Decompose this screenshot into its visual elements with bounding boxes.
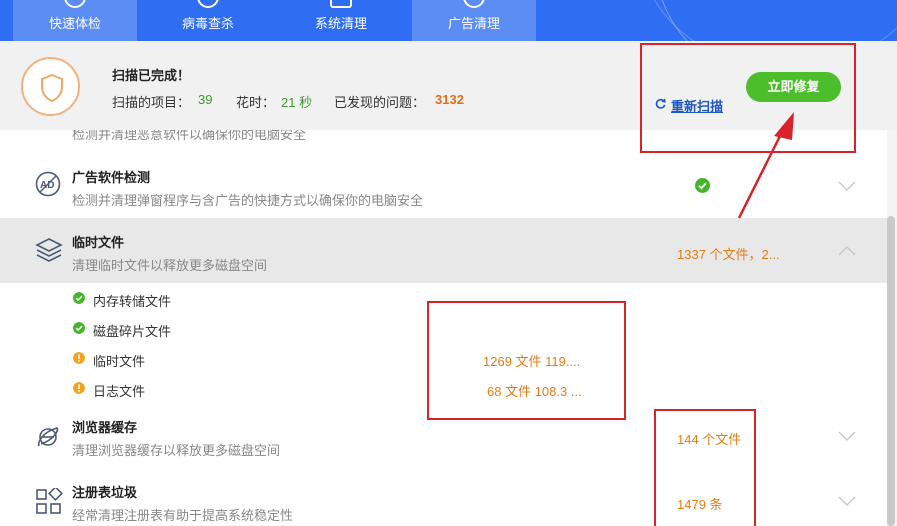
layers-icon — [35, 238, 63, 262]
warning-icon — [73, 382, 85, 394]
row-title: 注册表垃圾 — [72, 485, 138, 500]
tab-ad-clean[interactable]: 广告清理 — [412, 0, 536, 41]
warning-icon — [73, 352, 85, 364]
row-description: 经常清理注册表有助于提高系统稳定性 — [72, 508, 294, 523]
list-item-temp-files[interactable]: 临时文件 清理临时文件以释放更多磁盘空间 1337 个文件，2... — [0, 218, 887, 283]
row-description: 检测并清理恶意软件以确保你的电脑安全 — [72, 130, 307, 142]
issues-value: 3132 — [435, 92, 464, 107]
row-title: 广告软件检测 — [72, 170, 151, 185]
tab-system-clean[interactable]: 系统清理 — [279, 0, 403, 41]
tab-label: 系统清理 — [314, 16, 367, 31]
scrollbar-thumb[interactable] — [887, 216, 895, 526]
time-value: 21 秒 — [281, 95, 313, 110]
annotation-box — [654, 409, 756, 526]
chevron-down-icon[interactable] — [838, 495, 856, 507]
browser-icon — [37, 427, 59, 447]
sub-item-label: 日志文件 — [93, 384, 146, 399]
shield-icon — [41, 74, 63, 102]
ad-block-icon: AD — [35, 171, 61, 197]
check-icon — [73, 322, 85, 334]
tab-quick-check[interactable]: 快速体检 — [13, 0, 137, 41]
check-icon — [73, 292, 85, 304]
row-description: 清理临时文件以释放更多磁盘空间 — [72, 258, 268, 273]
decorative-arc — [637, 0, 897, 41]
row-description: 清理浏览器缓存以释放更多磁盘空间 — [72, 443, 281, 458]
tab-label: 病毒查杀 — [181, 16, 234, 31]
tab-label: 广告清理 — [447, 16, 500, 31]
row-result: 1337 个文件，2... — [677, 247, 780, 262]
row-description: 检测并清理弹窗程序与含广告的快捷方式以确保你的电脑安全 — [72, 193, 424, 208]
sub-item-label: 临时文件 — [93, 354, 146, 369]
chevron-down-icon[interactable] — [838, 180, 856, 192]
chevron-up-icon[interactable] — [838, 245, 856, 257]
items-label: 扫描的项目： — [112, 95, 191, 110]
sub-item-label: 内存转储文件 — [93, 294, 172, 309]
tab-label: 快速体检 — [48, 16, 101, 31]
row-title: 浏览器缓存 — [72, 420, 138, 435]
check-icon — [695, 178, 710, 193]
magnify-icon — [64, 0, 86, 8]
tab-virus-scan[interactable]: 病毒查杀 — [146, 0, 270, 41]
ad-icon — [463, 0, 485, 8]
registry-icon — [36, 488, 63, 514]
annotation-arrow — [737, 112, 794, 219]
time-label: 花时： — [236, 95, 276, 110]
row-title: 临时文件 — [72, 235, 125, 250]
virus-icon — [197, 0, 219, 8]
scan-complete-title: 扫描已完成！ — [112, 68, 191, 83]
items-value: 39 — [198, 92, 213, 107]
top-navigation: 快速体检 病毒查杀 系统清理 广告清理 — [0, 0, 897, 41]
annotation-box — [427, 301, 626, 420]
shield-badge — [21, 57, 80, 116]
chevron-down-icon[interactable] — [838, 430, 856, 442]
broom-icon — [330, 0, 352, 8]
issues-label: 已发现的问题： — [334, 95, 426, 110]
sub-item-label: 磁盘碎片文件 — [93, 324, 172, 339]
